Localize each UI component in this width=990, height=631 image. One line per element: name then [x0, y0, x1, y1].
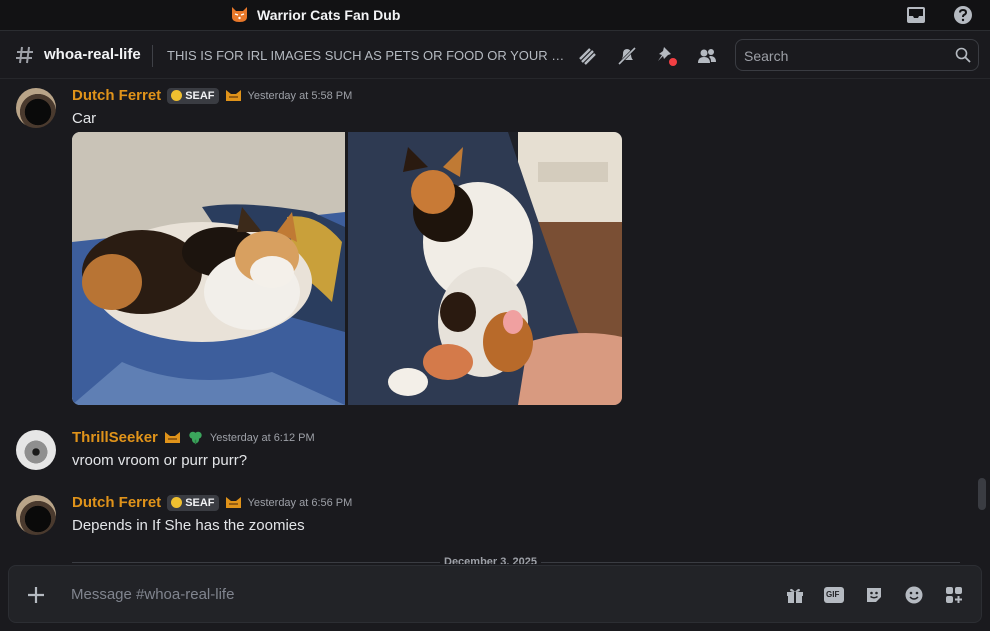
calico-cat-sleeping-image — [72, 132, 345, 405]
gif-button[interactable]: GIF — [822, 583, 846, 607]
apps-icon — [946, 587, 962, 603]
sticker-button[interactable] — [862, 583, 886, 607]
emoji-button[interactable] — [902, 583, 926, 607]
message-header: ThrillSeeker Yesterday at 6:12 PM — [72, 429, 315, 446]
message-header: Dutch Ferret SEAF Yesterday at 5:58 PM — [72, 87, 352, 104]
guild-tag[interactable]: SEAF — [167, 494, 219, 511]
server-title: Warrior Cats Fan Dub — [230, 6, 400, 23]
message-composer: GIF — [8, 565, 982, 623]
search-icon — [955, 47, 971, 63]
message-list[interactable]: Dutch Ferret SEAF Yesterday at 5:58 PM C… — [0, 80, 990, 564]
bell-slash-icon — [617, 46, 637, 66]
avatar[interactable] — [16, 430, 56, 470]
avatar[interactable] — [16, 88, 56, 128]
pin-icon — [658, 47, 677, 66]
threads-icon — [579, 48, 596, 65]
apps-button[interactable] — [942, 583, 966, 607]
gif-label: GIF — [826, 590, 840, 599]
title-bar: Warrior Cats Fan Dub — [0, 0, 990, 30]
message: Dutch Ferret SEAF Yesterday at 6:56 PM D… — [0, 487, 970, 549]
message-header: Dutch Ferret SEAF Yesterday at 6:56 PM — [72, 494, 352, 511]
cat-ears-badge-icon — [225, 90, 241, 101]
username[interactable]: ThrillSeeker — [72, 429, 158, 446]
threads-button[interactable] — [575, 44, 599, 68]
avatar[interactable] — [16, 495, 56, 535]
date-divider-label: December 3, 2025 — [440, 556, 541, 564]
timestamp: Yesterday at 6:56 PM — [247, 496, 353, 509]
members-icon — [698, 49, 716, 63]
search-box[interactable] — [735, 39, 979, 71]
message: Dutch Ferret SEAF Yesterday at 5:58 PM C… — [0, 80, 970, 420]
help-icon — [954, 6, 972, 24]
channel-header: whoa-real-life THIS IS FOR IRL IMAGES SU… — [0, 30, 990, 79]
message-text: vroom vroom or purr purr? — [72, 452, 248, 469]
timestamp: Yesterday at 5:58 PM — [247, 89, 353, 102]
cat-ears-badge-icon — [164, 432, 180, 443]
message-input[interactable] — [71, 583, 671, 605]
emoji-icon — [905, 586, 923, 604]
gift-icon — [787, 588, 803, 603]
members-button[interactable] — [695, 44, 719, 68]
header-divider — [152, 45, 153, 67]
sticker-icon — [867, 588, 881, 602]
skull-emoji-icon — [171, 90, 183, 101]
username[interactable]: Dutch Ferret — [72, 494, 161, 511]
help-button[interactable] — [952, 4, 974, 26]
photo-calico-cat-sleeping[interactable] — [72, 132, 345, 405]
inbox-button[interactable] — [905, 4, 927, 26]
cat-ears-badge-icon — [225, 497, 241, 508]
skull-emoji-icon — [171, 497, 183, 508]
username[interactable]: Dutch Ferret — [72, 87, 161, 104]
timestamp: Yesterday at 6:12 PM — [209, 431, 315, 444]
mute-button[interactable] — [615, 44, 639, 68]
cat-face-icon — [232, 7, 247, 22]
message: ThrillSeeker Yesterday at 6:12 PM vroom … — [0, 422, 970, 484]
message-text: Depends in If She has the zoomies — [72, 517, 305, 534]
guild-tag[interactable]: SEAF — [167, 87, 219, 104]
photo-calico-cat-lap[interactable] — [348, 132, 622, 405]
pinned-button[interactable] — [655, 44, 679, 68]
date-divider: December 3, 2025 — [0, 556, 990, 564]
clover-badge-icon — [189, 431, 202, 445]
channel-hash-icon — [16, 46, 33, 64]
message-text: Car — [72, 110, 97, 127]
guild-tag-label: SEAF — [185, 89, 215, 102]
image-gallery — [72, 132, 622, 405]
inbox-icon — [907, 7, 925, 23]
upload-button[interactable] — [23, 582, 49, 608]
channel-topic[interactable]: THIS IS FOR IRL IMAGES SUCH AS PETS OR F… — [167, 48, 565, 63]
guild-tag-label: SEAF — [185, 496, 215, 509]
scrollbar-thumb[interactable] — [978, 478, 986, 510]
calico-cat-lap-image — [348, 132, 622, 405]
plus-icon — [28, 587, 44, 603]
gift-button[interactable] — [783, 583, 807, 607]
search-input[interactable] — [744, 46, 944, 66]
server-name: Warrior Cats Fan Dub — [257, 6, 401, 23]
channel-name: whoa-real-life — [44, 46, 141, 63]
